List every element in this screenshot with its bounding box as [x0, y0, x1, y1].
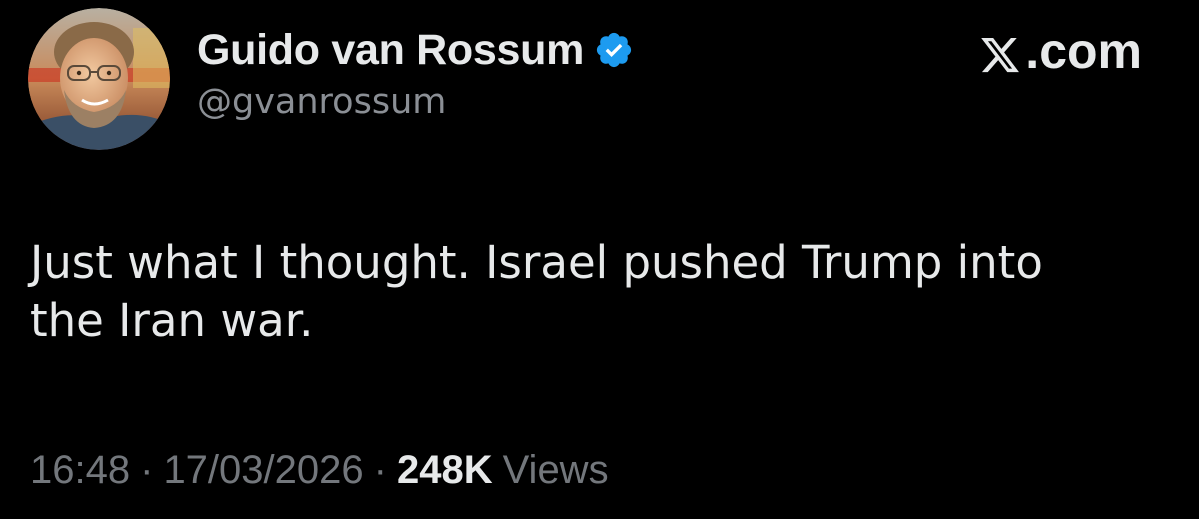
- author-name-row: Guido van Rossum: [197, 22, 634, 78]
- tweet-text-line: the Iran war.: [30, 294, 314, 347]
- tweet-meta: 16:48 · 17/03/2026 · 248K Views: [30, 448, 609, 493]
- tweet-card: Guido van Rossum @gvanrossum .com Just w…: [0, 0, 1199, 519]
- avatar-photo: [28, 8, 170, 150]
- meta-separator: ·: [373, 448, 387, 492]
- meta-separator: ·: [140, 448, 154, 492]
- author-handle[interactable]: @gvanrossum: [197, 82, 634, 122]
- author-display-name[interactable]: Guido van Rossum: [197, 26, 584, 75]
- tweet-text: Just what I thought. Israel pushed Trump…: [30, 234, 1160, 350]
- views-count[interactable]: 248K: [397, 448, 493, 493]
- x-logo-icon: [979, 30, 1021, 73]
- tweet-text-line: Just what I thought. Israel pushed Trump…: [30, 236, 1043, 289]
- brand-label: .com: [1025, 23, 1142, 79]
- views-label: Views: [502, 448, 609, 492]
- avatar[interactable]: [28, 8, 170, 150]
- tweet-date[interactable]: 17/03/2026: [163, 448, 363, 493]
- brand-watermark: .com: [979, 22, 1142, 80]
- author-block: Guido van Rossum @gvanrossum: [197, 22, 634, 122]
- tweet-time[interactable]: 16:48: [30, 448, 130, 493]
- verified-badge-icon: [594, 30, 634, 70]
